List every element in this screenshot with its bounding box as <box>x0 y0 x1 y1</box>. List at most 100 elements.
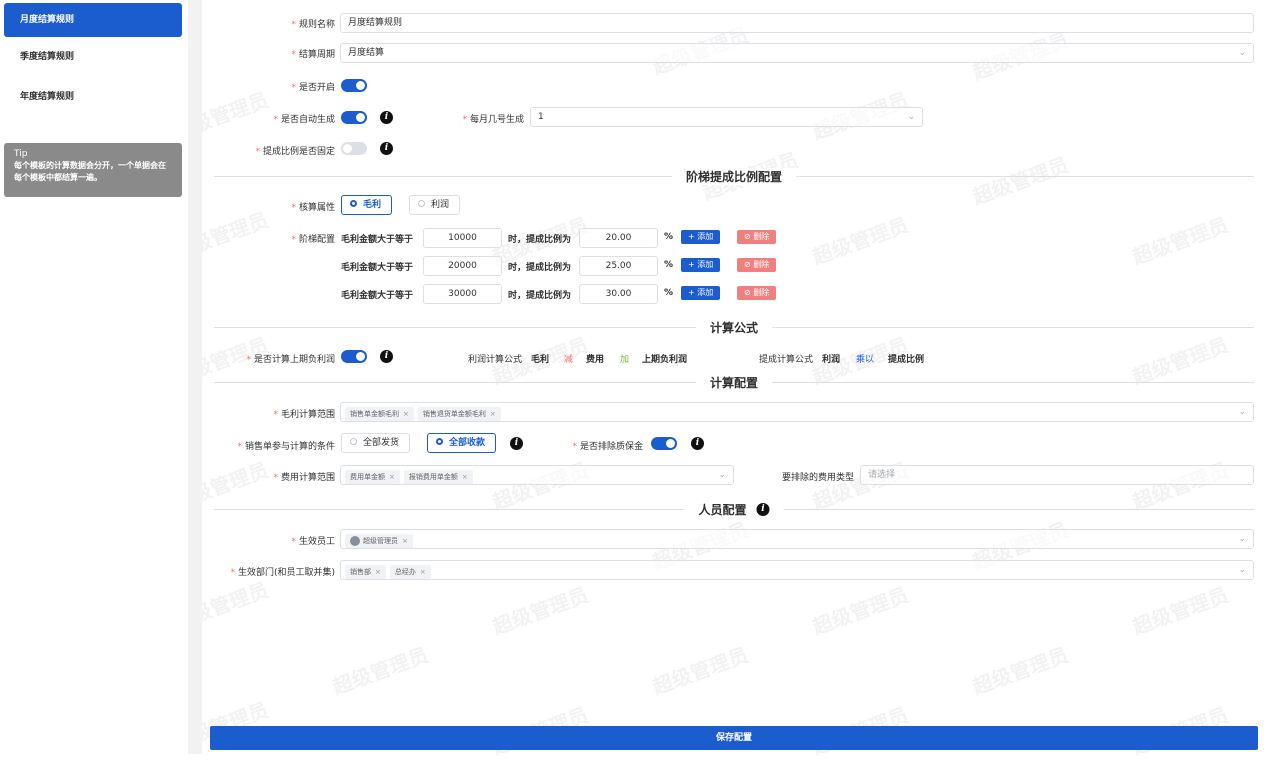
tag-close-icon[interactable]: × <box>420 568 426 576</box>
tip-box: Tip 每个模板的计算数据会分开，一个单据会在每个模板中都结算一遍。 <box>4 143 182 197</box>
expense-range-label: * 费用计算范围 <box>273 473 335 483</box>
formula-operator: 减 <box>564 355 574 365</box>
info-icon[interactable]: i <box>756 503 770 516</box>
tier-prefix: 毛利金额大于等于 <box>341 291 414 301</box>
tier-middle: 时，提成比例为 <box>508 235 572 245</box>
profit-formula-label: 利润计算公式 <box>468 355 523 365</box>
chevron-down-icon: ⌄ <box>907 112 915 122</box>
tag: 超级管理员 × <box>345 533 413 548</box>
condition-label: * 销售单参与计算的条件 <box>237 442 335 452</box>
tag: 总经办 × <box>389 564 431 579</box>
tip-text: 每个模板的计算数据会分开，一个单据会在每个模板中都结算一遍。 <box>14 161 166 182</box>
prev-loss-toggle[interactable] <box>341 350 367 363</box>
info-icon[interactable]: i <box>691 437 704 450</box>
employees-label: * 生效员工 <box>291 537 335 547</box>
gross-range-select[interactable]: 销售单金额毛利 × 销售退货单金额毛利 × ⌄ <box>340 402 1254 422</box>
day-of-month-select[interactable]: 1 ⌄ <box>530 107 923 127</box>
sidebar-item-yearly[interactable]: 年度结算规则 <box>4 80 182 114</box>
day-of-month-value: 1 <box>538 112 544 122</box>
exclude-deposit-toggle[interactable] <box>651 437 677 450</box>
radio-dot <box>350 200 357 207</box>
info-icon[interactable]: i <box>510 437 523 450</box>
tier-amount-input[interactable]: 10000 <box>423 228 502 248</box>
save-config-button[interactable]: 保存配置 <box>210 726 1258 750</box>
formula-term: 上期负利润 <box>642 355 688 365</box>
sidebar-gutter <box>188 0 202 754</box>
ratio-fixed-label: * 提成比例是否固定 <box>255 147 335 157</box>
tier-suffix: % <box>664 232 674 242</box>
add-tier-button[interactable]: + 添加 <box>681 286 721 300</box>
tier-config-label: * 阶梯配置 <box>291 235 335 245</box>
departments-select[interactable]: 销售部 × 总经办 × ⌄ <box>340 560 1254 580</box>
tier-ratio-input[interactable]: 30.00 <box>579 284 658 304</box>
formula-operator: 加 <box>620 355 630 365</box>
rule-name-label: * 规则名称 <box>291 20 335 30</box>
period-select[interactable]: 月度结算 ⌄ <box>340 43 1254 63</box>
radio-all-shipped[interactable]: 全部发货 <box>341 433 411 453</box>
add-tier-button[interactable]: + 添加 <box>681 258 721 272</box>
rule-name-input[interactable]: 月度结算规则 <box>340 13 1254 33</box>
departments-label: * 生效部门(和员工取并集) <box>230 568 335 578</box>
period-label: * 结算周期 <box>291 50 335 60</box>
ratio-fixed-toggle[interactable] <box>341 142 367 155</box>
tag-close-icon[interactable]: × <box>462 473 468 481</box>
commission-formula-label: 提成计算公式 <box>759 355 814 365</box>
employees-select[interactable]: 超级管理员 × ⌄ <box>340 529 1254 549</box>
auto-generate-label: * 是否自动生成 <box>273 115 335 125</box>
day-of-month-label: * 每月几号生成 <box>462 115 524 125</box>
avatar <box>350 535 360 546</box>
tag-close-icon[interactable]: × <box>402 537 408 545</box>
info-icon[interactable]: i <box>380 142 393 155</box>
tier-prefix: 毛利金额大于等于 <box>341 263 414 273</box>
delete-tier-button[interactable]: ⊘ 删除 <box>737 258 777 272</box>
tier-section-divider: 阶梯提成比例配置 <box>214 168 1254 185</box>
delete-tier-button[interactable]: ⊘ 删除 <box>737 230 777 244</box>
tag: 销售单金额毛利 × <box>345 406 414 421</box>
exclude-expense-select[interactable]: 请选择 <box>860 465 1254 485</box>
tag-close-icon[interactable]: × <box>403 410 409 418</box>
info-icon[interactable]: i <box>380 111 393 124</box>
chevron-down-icon: ⌄ <box>1238 48 1246 58</box>
tag: 费用单金额 × <box>345 469 400 484</box>
formula-section-divider: 计算公式 <box>214 319 1254 336</box>
tier-ratio-input[interactable]: 20.00 <box>579 228 658 248</box>
formula-term: 利润 <box>822 355 841 365</box>
exclude-deposit-label: * 是否排除质保金 <box>572 442 643 452</box>
formula-operator: 乘以 <box>856 355 875 365</box>
radio-dot <box>436 438 443 445</box>
formula-term: 毛利 <box>531 355 550 365</box>
expense-range-select[interactable]: 费用单金额 × 报销费用单金额 × ⌄ <box>340 465 734 485</box>
chevron-down-icon: ⌄ <box>1238 534 1246 544</box>
tier-middle: 时，提成比例为 <box>508 291 572 301</box>
enabled-label: * 是否开启 <box>291 83 335 93</box>
delete-tier-button[interactable]: ⊘ 删除 <box>737 286 777 300</box>
tier-amount-input[interactable]: 20000 <box>423 256 502 276</box>
tag-close-icon[interactable]: × <box>490 410 496 418</box>
accounting-attr-label: * 核算属性 <box>291 203 335 213</box>
tag: 销售部 × <box>345 564 386 579</box>
tag-close-icon[interactable]: × <box>375 568 381 576</box>
formula-section-title: 计算公式 <box>695 319 773 336</box>
tier-ratio-input[interactable]: 25.00 <box>579 256 658 276</box>
main-form: * 规则名称 月度结算规则 * 结算周期 月度结算 ⌄ * 是否开启 * 是否自动生成 … <box>202 0 1267 754</box>
radio-dot <box>350 438 357 445</box>
radio-all-paid[interactable]: 全部收款 <box>427 433 497 453</box>
tag-close-icon[interactable]: × <box>389 473 395 481</box>
enabled-toggle[interactable] <box>341 79 367 92</box>
formula-term: 提成比例 <box>888 355 925 365</box>
gross-range-label: * 毛利计算范围 <box>273 410 335 420</box>
sidebar: 月度结算规则 季度结算规则 年度结算规则 Tip 每个模板的计算数据会分开，一个… <box>0 0 189 754</box>
tier-amount-input[interactable]: 30000 <box>423 284 502 304</box>
sidebar-item-quarterly[interactable]: 季度结算规则 <box>4 40 182 74</box>
info-icon[interactable]: i <box>380 350 393 363</box>
chevron-down-icon: ⌄ <box>718 470 726 480</box>
radio-profit[interactable]: 利润 <box>409 195 461 215</box>
exclude-expense-placeholder: 请选择 <box>868 470 896 480</box>
tier-section-title: 阶梯提成比例配置 <box>671 168 797 185</box>
exclude-expense-label: 要排除的费用类型 <box>781 473 854 483</box>
add-tier-button[interactable]: + 添加 <box>681 230 721 244</box>
auto-generate-toggle[interactable] <box>341 111 367 124</box>
radio-gross-profit[interactable]: 毛利 <box>341 195 393 215</box>
formula-term: 费用 <box>586 355 605 365</box>
sidebar-item-monthly[interactable]: 月度结算规则 <box>4 3 182 37</box>
